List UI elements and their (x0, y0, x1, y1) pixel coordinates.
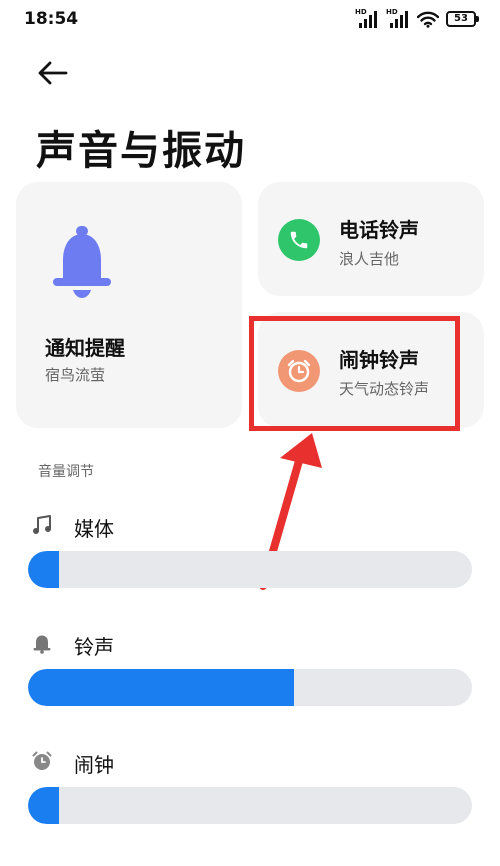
status-icons: HD HD 53 (355, 8, 479, 28)
page-title: 声音与振动 (36, 128, 246, 174)
notification-subtitle: 宿鸟流萤 (45, 366, 106, 384)
ring-volume-fill (28, 669, 295, 706)
ring-volume-label: 铃声 (74, 635, 114, 659)
music-note-icon (30, 513, 54, 537)
sound-vibration-screen: 18:54 HD HD 53 声音与振动 通知提醒 宿鸟流萤 电话铃声 浪人吉他… (0, 0, 500, 866)
ringtone-title: 电话铃声 (339, 218, 419, 242)
signal-icon: HD (355, 8, 379, 28)
volume-section-label: 音量调节 (38, 464, 94, 480)
bell-icon (30, 631, 54, 655)
ringtone-subtitle: 浪人吉他 (339, 250, 400, 268)
alarm-volume-fill (28, 787, 60, 824)
media-volume-slider[interactable] (28, 551, 472, 588)
signal-icon: HD (386, 8, 410, 28)
arrow-left-icon (38, 61, 68, 85)
ring-volume-slider[interactable] (28, 669, 472, 706)
notification-sound-card[interactable]: 通知提醒 宿鸟流萤 (16, 182, 242, 428)
wifi-icon (417, 11, 439, 28)
battery-icon: 53 (446, 11, 479, 27)
status-bar: 18:54 HD HD 53 (0, 0, 500, 40)
media-volume-label: 媒体 (74, 517, 114, 541)
alarm-volume-label: 闹钟 (74, 753, 114, 777)
alarm-volume-slider[interactable] (28, 787, 472, 824)
highlight-box (249, 316, 460, 431)
back-button[interactable] (30, 55, 74, 91)
ringtone-card[interactable]: 电话铃声 浪人吉他 (258, 182, 484, 296)
media-volume-fill (28, 551, 60, 588)
phone-icon (278, 219, 320, 261)
notification-title: 通知提醒 (45, 336, 125, 360)
bell-icon (52, 226, 112, 298)
status-time: 18:54 (24, 9, 79, 29)
alarm-clock-icon (30, 749, 54, 773)
